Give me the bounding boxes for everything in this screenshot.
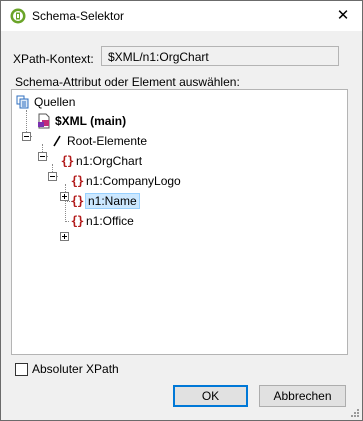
tree-node-office[interactable]: {} n1:Office	[70, 212, 134, 230]
tree-node-sources[interactable]: Quellen	[16, 93, 75, 111]
tree-connector	[65, 221, 69, 222]
tree-node-companylogo[interactable]: {} n1:CompanyLogo	[70, 172, 181, 190]
absolute-xpath-checkbox[interactable]	[15, 362, 28, 376]
tree-node-label: n1:Office	[86, 214, 134, 228]
close-button[interactable]: ✕	[334, 7, 352, 25]
tree-node-xml-main[interactable]: $XML (main)	[37, 112, 126, 130]
expand-toggle[interactable]	[60, 192, 69, 201]
absolute-xpath-option[interactable]: Absoluter XPath	[15, 362, 119, 376]
tree-node-label: Root-Elemente	[67, 134, 148, 148]
tree-node-root-elements[interactable]: Root-Elemente	[51, 132, 147, 150]
collapse-toggle[interactable]	[48, 172, 57, 181]
tree-node-name[interactable]: {} n1:Name	[70, 192, 140, 210]
sources-icon	[16, 95, 29, 109]
select-attribute-label: Schema-Attribut oder Element auswählen:	[15, 75, 240, 89]
xml-document-icon	[38, 113, 50, 129]
schema-tree[interactable]: Quellen $XML (main) Root-Elemente {} n1:…	[11, 89, 348, 355]
tree-node-label: $XML (main)	[55, 114, 127, 128]
element-icon: {}	[70, 214, 84, 228]
title-bar: Schema-Selektor ✕	[1, 1, 362, 31]
window-title: Schema-Selektor	[32, 9, 125, 23]
element-icon: {}	[70, 174, 84, 188]
xpath-context-label: XPath-Kontext:	[13, 52, 94, 66]
expand-toggle[interactable]	[60, 232, 69, 241]
slash-icon	[53, 135, 61, 147]
tree-node-label: n1:CompanyLogo	[86, 174, 181, 188]
tree-node-orgchart[interactable]: {} n1:OrgChart	[60, 152, 142, 170]
element-icon: {}	[60, 154, 74, 168]
cancel-button[interactable]: Abbrechen	[259, 385, 346, 407]
tree-node-label: Quellen	[34, 95, 76, 109]
app-logo-icon	[10, 8, 26, 24]
resize-grip-icon[interactable]	[350, 408, 360, 418]
absolute-xpath-label: Absoluter XPath	[32, 362, 119, 376]
ok-button[interactable]: OK	[173, 385, 248, 407]
element-icon: {}	[70, 194, 84, 208]
close-icon: ✕	[336, 7, 350, 24]
tree-node-label-selected: n1:Name	[85, 193, 140, 209]
schema-selector-dialog: Schema-Selektor ✕ XPath-Kontext: $XML/n1…	[0, 0, 363, 421]
tree-connector	[65, 184, 66, 222]
tree-node-label: n1:OrgChart	[76, 154, 143, 168]
xpath-context-field[interactable]: $XML/n1:OrgChart	[101, 46, 339, 66]
collapse-toggle[interactable]	[22, 132, 31, 141]
collapse-toggle[interactable]	[38, 152, 47, 161]
